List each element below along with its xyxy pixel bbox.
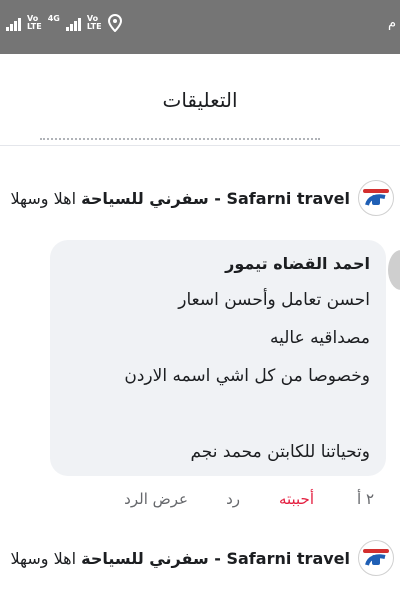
page-logo-icon[interactable]: [358, 540, 394, 576]
network-type-indicator: 4G: [47, 14, 60, 23]
avatar[interactable]: [388, 250, 400, 290]
page-logo-icon[interactable]: [358, 180, 394, 216]
page-name[interactable]: Safarni travel - سفرني للسياحة: [81, 189, 350, 208]
reply-body: اهلا وسهلا: [10, 188, 77, 208]
comment-author[interactable]: احمد القضاه تيمور: [66, 254, 370, 273]
reply-row[interactable]: Safarni travel - سفرني للسياحة اهلا وسهل…: [10, 176, 400, 220]
reply-text: Safarni travel - سفرني للسياحة اهلا وسهل…: [10, 549, 350, 568]
status-bar: Vo LTE 4G Vo LTE م: [0, 0, 400, 54]
comment-actions: ٢ أ أحببته رد عرض الرد: [0, 480, 400, 520]
location-icon: [107, 14, 122, 32]
page-name[interactable]: Safarni travel - سفرني للسياحة: [81, 549, 350, 568]
like-button[interactable]: أحببته: [279, 490, 314, 508]
signal-icon: [65, 15, 81, 31]
comment-line: وتحياتنا للكابتن محمد نجم: [190, 442, 370, 462]
view-replies-button[interactable]: عرض الرد: [124, 490, 188, 508]
comment-line: [66, 395, 370, 433]
reply-button[interactable]: رد: [226, 490, 240, 508]
comment-time: ٢ أ: [357, 490, 374, 508]
page-title: التعليقات: [162, 87, 238, 112]
comment-line: احسن تعامل وأحسن اسعار: [178, 290, 370, 310]
truncated-previous-text: [40, 132, 320, 148]
volte-indicator: Vo LTE: [27, 14, 42, 31]
signal-icon: [6, 15, 21, 31]
comment-line: مصداقيه عاليه: [269, 328, 370, 348]
reply-body: اهلا وسهلا: [10, 548, 77, 568]
comment-line: وخصوصا من كل اشي اسمه الاردن: [124, 366, 370, 386]
status-right-text: م: [387, 16, 396, 31]
volte-indicator: Vo LTE: [86, 14, 102, 31]
reply-text: Safarni travel - سفرني للسياحة اهلا وسهل…: [10, 189, 350, 208]
reply-row[interactable]: Safarni travel - سفرني للسياحة اهلا وسهل…: [10, 536, 400, 580]
status-icons: Vo LTE 4G Vo LTE: [6, 14, 122, 32]
comment-bubble[interactable]: احمد القضاه تيمور احسن تعامل وأحسن اسعار…: [50, 240, 386, 476]
